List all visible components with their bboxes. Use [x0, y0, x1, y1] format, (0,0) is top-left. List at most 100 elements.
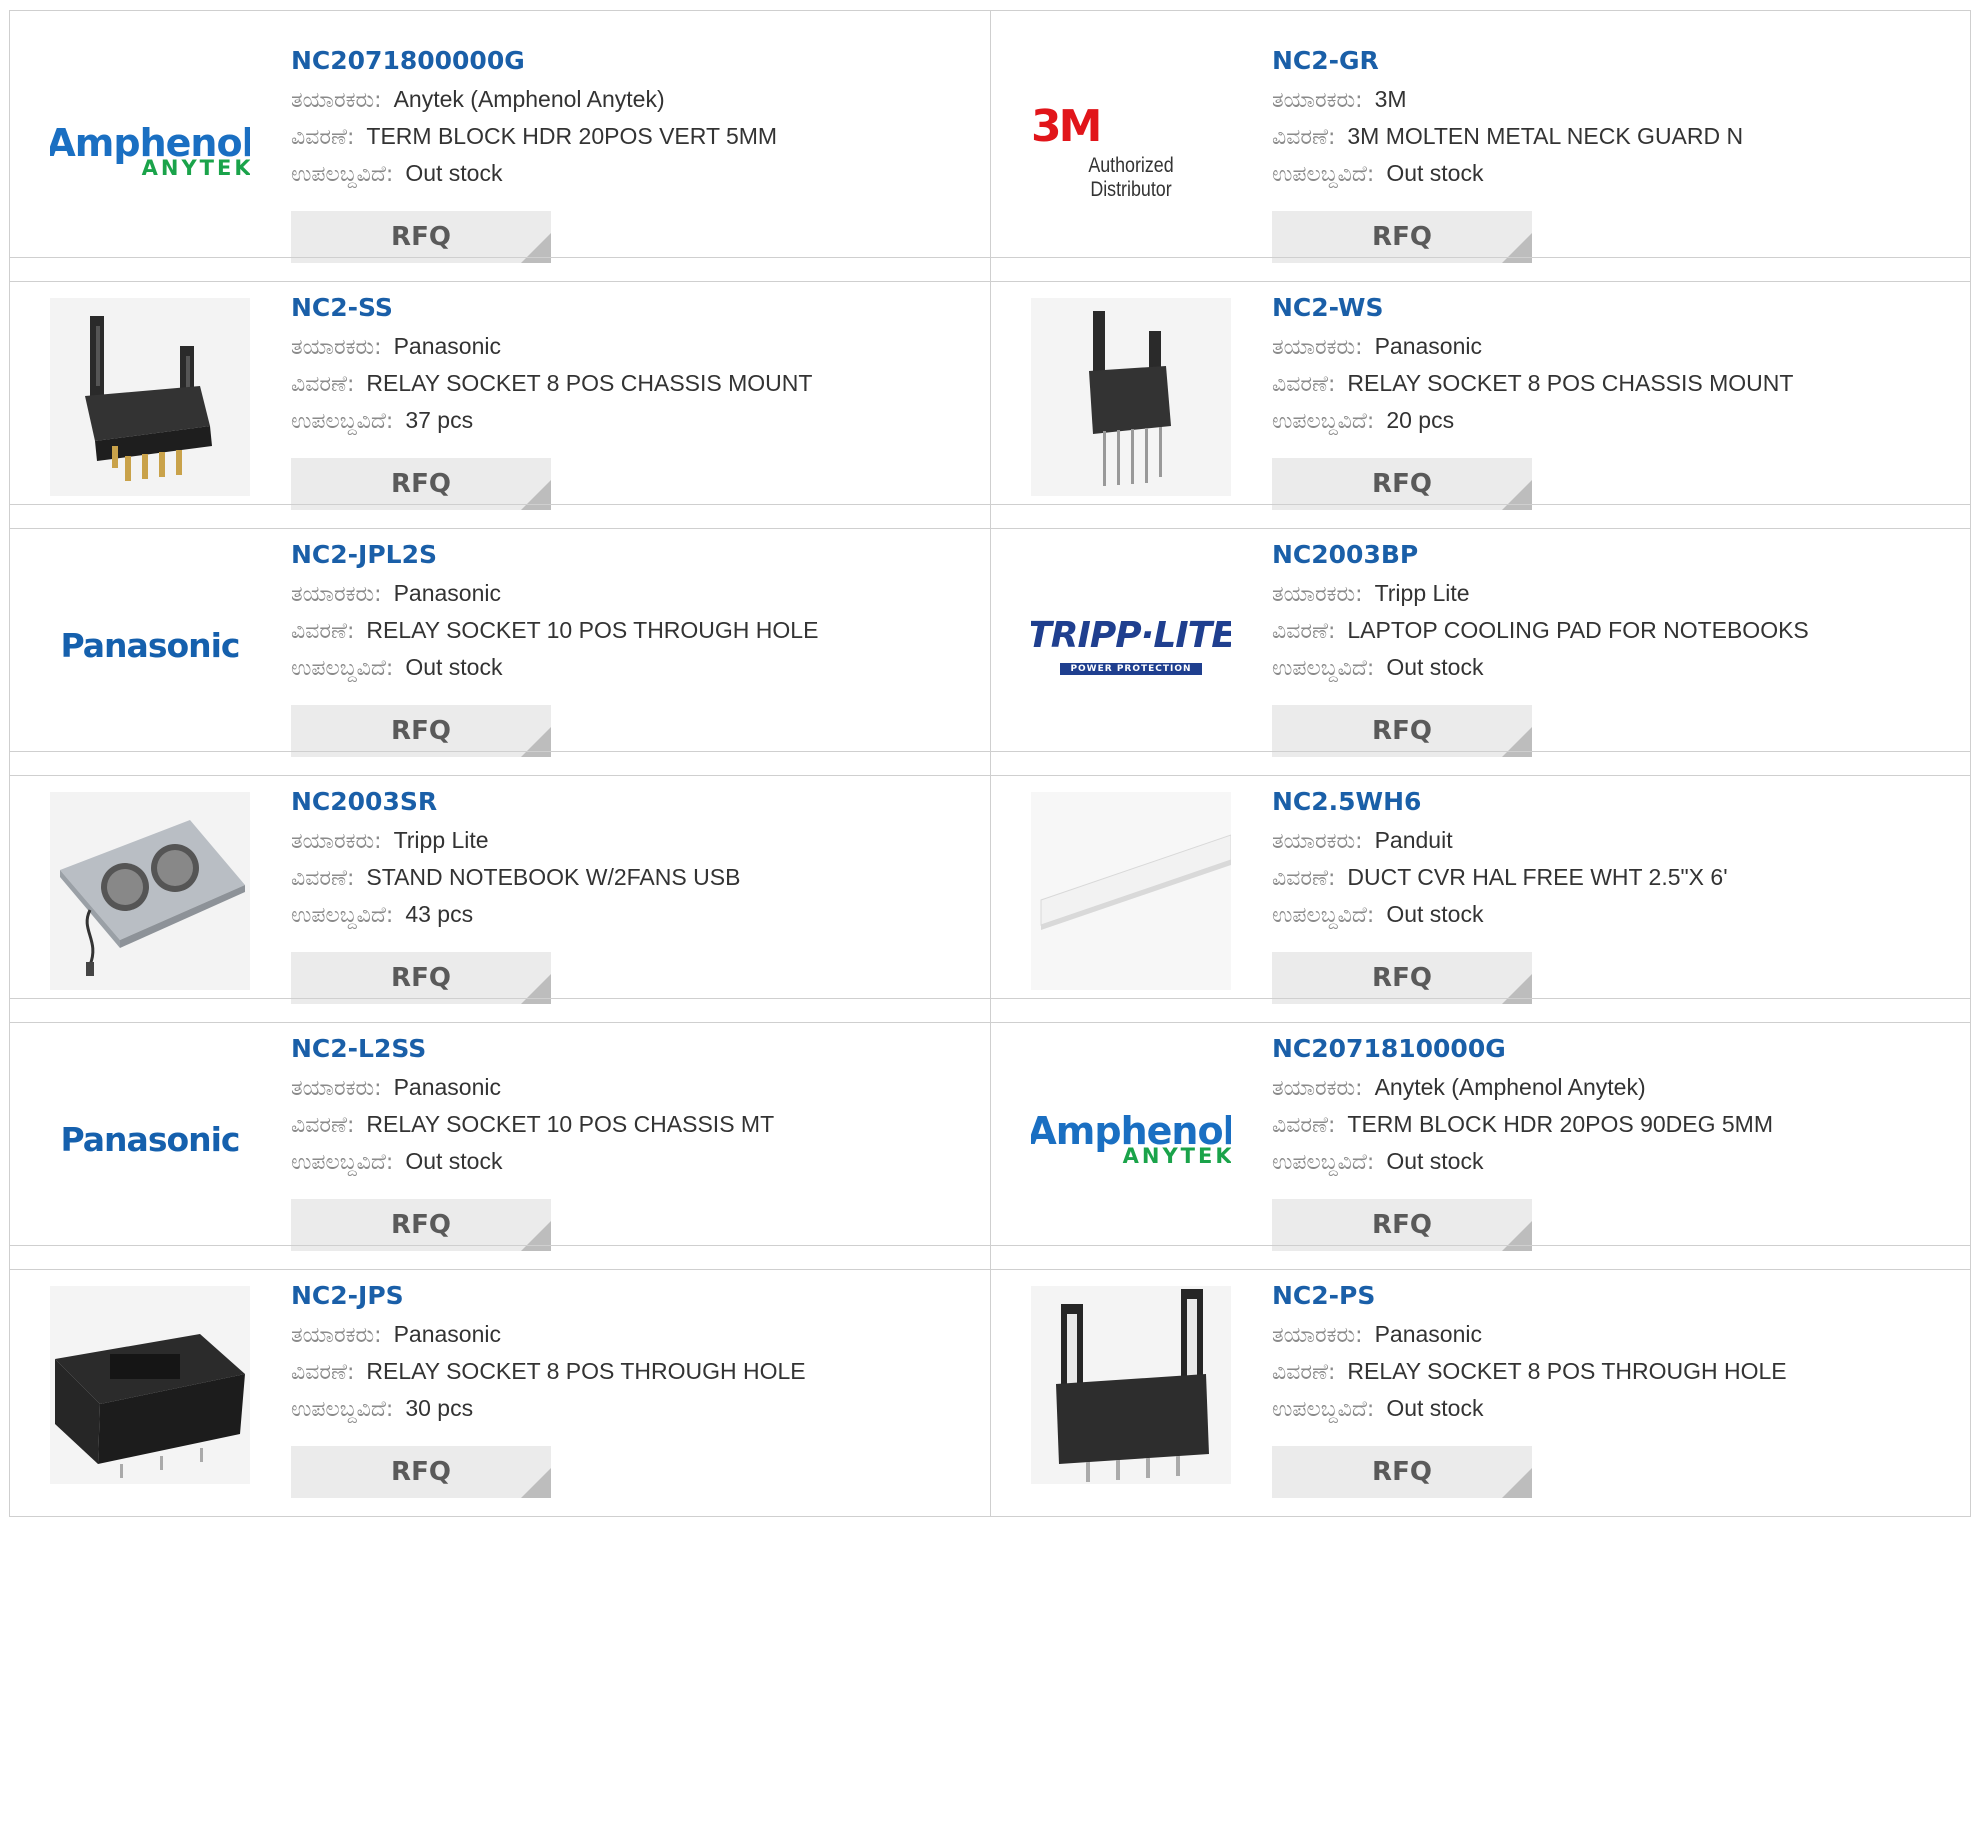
availability-label: ಉಪಲಬ್ದವಿದೆ:: [1272, 656, 1375, 681]
manufacturer-label: ತಯಾರಕರು:: [1272, 582, 1363, 607]
product-image[interactable]: Amphenol ANYTEK: [1031, 1039, 1231, 1239]
rfq-button[interactable]: RFQ: [1272, 211, 1532, 263]
part-number-link[interactable]: NC2.5WH6: [1272, 782, 1950, 822]
corner-triangle-icon: [1502, 1468, 1532, 1498]
availability-label: ಉಪಲಬ್ದವಿದೆ:: [291, 1397, 394, 1422]
part-number-link[interactable]: NC2-SS: [291, 288, 970, 328]
description-label: ವಿವರಣೆ:: [1272, 619, 1336, 644]
rfq-button[interactable]: RFQ: [291, 705, 551, 757]
description-label: ವಿವರಣೆ:: [1272, 125, 1336, 150]
manufacturer-label: ತಯಾರಕರು:: [1272, 1076, 1363, 1101]
duct-cover-photo: [1031, 792, 1231, 992]
rfq-button[interactable]: RFQ: [291, 458, 551, 510]
product-image[interactable]: [50, 298, 250, 498]
description-value: 3M MOLTEN METAL NECK GUARD N: [1347, 123, 1744, 149]
rfq-button[interactable]: RFQ: [291, 1199, 551, 1251]
product-image[interactable]: Amphenol ANYTEK: [50, 51, 250, 251]
rfq-button[interactable]: RFQ: [291, 952, 551, 1004]
product-card: NC2.5WH6 ತಯಾರಕರು: Panduit ವಿವರಣೆ: DUCT CVR H…: [990, 752, 1970, 1022]
availability: ಉಪಲಬ್ದವಿದೆ: Out stock: [1272, 1390, 1950, 1427]
manufacturer: ತಯಾರಕರು: Panduit: [1272, 822, 1950, 859]
availability-label: ಉಪಲಬ್ದವಿದೆ:: [1272, 1397, 1375, 1422]
product-info: NC2003SR ತಯಾರಕರು: Tripp Lite ವಿವರಣೆ: STAND N…: [291, 782, 970, 933]
product-row: NC2-SS ತಯಾರಕರು: Panasonic ವಿವರಣೆ: RELAY SOCK…: [9, 257, 1971, 529]
logo-subtext: Authorized Distributor: [1088, 153, 1174, 201]
manufacturer: ತಯಾರಕರು: Tripp Lite: [1272, 575, 1950, 612]
availability-value: 43 pcs: [405, 901, 474, 927]
availability: ಉಪಲಬ್ದವಿದೆ: 30 pcs: [291, 1390, 970, 1427]
availability: ಉಪಲಬ್ದವಿದೆ: Out stock: [291, 649, 970, 686]
part-number-link[interactable]: NC2-GR: [1272, 41, 1950, 81]
rfq-button[interactable]: RFQ: [1272, 1199, 1532, 1251]
availability: ಉಪಲಬ್ದವಿದೆ: Out stock: [1272, 155, 1950, 192]
description: ವಿವರಣೆ: RELAY SOCKET 8 POS CHASSIS MOUNT: [291, 365, 970, 402]
logo-text: TRIPP·LITE: [1031, 615, 1231, 656]
description: ವಿವರಣೆ: TERM BLOCK HDR 20POS 90DEG 5MM: [1272, 1106, 1950, 1143]
panasonic-logo: Panasonic: [60, 625, 240, 665]
rfq-label: RFQ: [391, 963, 451, 993]
rfq-button[interactable]: RFQ: [1272, 1446, 1532, 1498]
relay-socket-long-pins-photo: [1031, 298, 1231, 498]
manufacturer: ತಯಾರಕರು: Tripp Lite: [291, 822, 970, 859]
description: ವಿವರಣೆ: RELAY SOCKET 10 POS THROUGH HOLE: [291, 612, 970, 649]
product-card: Panasonic NC2-JPL2S ತಯಾರಕರು: Panasonic ವಿವರಣ…: [10, 505, 990, 775]
product-row: Panasonic NC2-JPL2S ತಯಾರಕರು: Panasonic ವಿವರಣ…: [9, 504, 1971, 776]
rfq-button[interactable]: RFQ: [1272, 952, 1532, 1004]
availability: ಉಪಲಬ್ದವಿದೆ: Out stock: [1272, 896, 1950, 933]
product-info: NC2-JPS ತಯಾರಕರು: Panasonic ವಿವರಣೆ: RELAY SOC…: [291, 1276, 970, 1427]
description-value: LAPTOP COOLING PAD FOR NOTEBOOKS: [1347, 617, 1809, 643]
tripp-lite-logo: TRIPP·LITE POWER PROTECTION: [1031, 615, 1231, 675]
part-number-link[interactable]: NC2-WS: [1272, 288, 1950, 328]
rfq-button[interactable]: RFQ: [291, 211, 551, 263]
description-label: ವಿವರಣೆ:: [291, 619, 355, 644]
manufacturer: ತಯಾರಕರು: Panasonic: [1272, 328, 1950, 365]
product-card: NC2003SR ತಯಾರಕರು: Tripp Lite ವಿವರಣೆ: STAND N…: [10, 752, 990, 1022]
product-image[interactable]: [1031, 298, 1231, 498]
product-card: NC2-WS ತಯಾರಕರು: Panasonic ವಿವರಣೆ: RELAY SOCK…: [990, 258, 1970, 528]
product-list: Amphenol ANYTEK NC2071800000G ತಯಾರಕರು: Anyte…: [0, 0, 1982, 1840]
rfq-label: RFQ: [1372, 963, 1432, 993]
part-number-link[interactable]: NC2003BP: [1272, 535, 1950, 575]
product-row: Amphenol ANYTEK NC2071800000G ತಯಾರಕರು: Anyte…: [9, 10, 1971, 282]
rfq-label: RFQ: [391, 469, 451, 499]
availability: ಉಪಲಬ್ದವಿದೆ: Out stock: [291, 1143, 970, 1180]
part-number-link[interactable]: NC2-JPL2S: [291, 535, 970, 575]
rfq-button[interactable]: RFQ: [291, 1446, 551, 1498]
availability-value: 20 pcs: [1386, 407, 1455, 433]
part-number-link[interactable]: NC2-PS: [1272, 1276, 1950, 1316]
product-info: NC2-JPL2S ತಯಾರಕರು: Panasonic ವಿವರಣೆ: RELAY S…: [291, 535, 970, 686]
product-image[interactable]: Panasonic: [50, 545, 250, 745]
description-label: ವಿವರಣೆ:: [291, 125, 355, 150]
product-row: NC2003SR ತಯಾರಕರು: Tripp Lite ವಿವರಣೆ: STAND N…: [9, 751, 1971, 1023]
product-image[interactable]: [1031, 792, 1231, 992]
part-number-link[interactable]: NC2003SR: [291, 782, 970, 822]
part-number-link[interactable]: NC2-L2SS: [291, 1029, 970, 1069]
product-card: NC2-JPS ತಯಾರಕರು: Panasonic ವಿವರಣೆ: RELAY SOC…: [10, 1246, 990, 1516]
rfq-label: RFQ: [1372, 469, 1432, 499]
part-number-link[interactable]: NC2071800000G: [291, 41, 970, 81]
part-number-link[interactable]: NC2-JPS: [291, 1276, 970, 1316]
product-image[interactable]: [1031, 1286, 1231, 1486]
availability-label: ಉಪಲಬ್ದವಿದೆ:: [1272, 1150, 1375, 1175]
product-image[interactable]: TRIPP·LITE POWER PROTECTION: [1031, 545, 1231, 745]
rfq-button[interactable]: RFQ: [1272, 458, 1532, 510]
product-image[interactable]: [50, 1286, 250, 1486]
availability: ಉಪಲಬ್ದವಿದೆ: 43 pcs: [291, 896, 970, 933]
description: ವಿವರಣೆ: STAND NOTEBOOK W/2FANS USB: [291, 859, 970, 896]
product-image[interactable]: Panasonic: [50, 1039, 250, 1239]
product-image[interactable]: 3M Authorized Distributor: [1031, 51, 1231, 251]
availability-value: Out stock: [1386, 160, 1484, 186]
product-image[interactable]: [50, 792, 250, 992]
manufacturer-value: Tripp Lite: [1374, 580, 1470, 606]
rfq-button[interactable]: RFQ: [1272, 705, 1532, 757]
cooling-pad-photo: [50, 792, 250, 992]
manufacturer-value: Panasonic: [1374, 333, 1482, 359]
manufacturer-label: ತಯಾರಕರು:: [1272, 1323, 1363, 1348]
manufacturer-label: ತಯಾರಕರು:: [1272, 88, 1363, 113]
manufacturer-label: ತಯಾರಕರು:: [291, 88, 382, 113]
manufacturer-label: ತಯಾರಕರು:: [291, 1323, 382, 1348]
product-row: NC2-JPS ತಯಾರಕರು: Panasonic ವಿವರಣೆ: RELAY SOC…: [9, 1245, 1971, 1517]
availability-label: ಉಪಲಬ್ದವಿದೆ:: [1272, 162, 1375, 187]
part-number-link[interactable]: NC2071810000G: [1272, 1029, 1950, 1069]
relay-socket-wide-photo: [50, 1286, 250, 1486]
